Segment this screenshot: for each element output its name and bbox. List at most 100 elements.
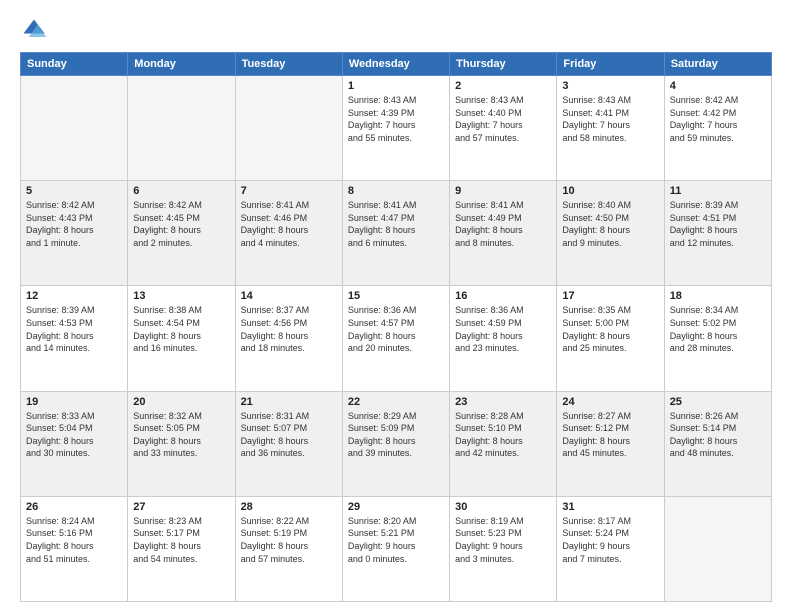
day-number: 15 — [348, 290, 444, 302]
day-cell: 6 Sunrise: 8:42 AM Sunset: 4:45 PM Daylig… — [128, 181, 235, 286]
day-cell: 3 Sunrise: 8:43 AM Sunset: 4:41 PM Daylig… — [557, 76, 664, 181]
day-info: Sunrise: 8:17 AM Sunset: 5:24 PM Dayligh… — [562, 515, 658, 565]
day-cell: 25 Sunrise: 8:26 AM Sunset: 5:14 PM Dayli… — [664, 391, 771, 496]
day-number: 6 — [133, 185, 229, 197]
day-header-friday: Friday — [557, 53, 664, 76]
day-info: Sunrise: 8:42 AM Sunset: 4:45 PM Dayligh… — [133, 199, 229, 249]
week-row-4: 19Sunrise: 8:33 AM Sunset: 5:04 PM Dayli… — [21, 391, 772, 496]
day-cell: 5 Sunrise: 8:42 AM Sunset: 4:43 PM Daylig… — [21, 181, 128, 286]
day-number: 28 — [241, 501, 337, 513]
day-number: 17 — [562, 290, 658, 302]
day-number: 29 — [348, 501, 444, 513]
day-info: Sunrise: 8:29 AM Sunset: 5:09 PM Dayligh… — [348, 410, 444, 460]
day-cell: 16 Sunrise: 8:36 AM Sunset: 4:59 PM Dayli… — [450, 286, 557, 391]
day-info: Sunrise: 8:40 AM Sunset: 4:50 PM Dayligh… — [562, 199, 658, 249]
day-cell — [21, 76, 128, 181]
day-info: Sunrise: 8:42 AM Sunset: 4:43 PM Dayligh… — [26, 199, 122, 249]
day-info: Sunrise: 8:27 AM Sunset: 5:12 PM Dayligh… — [562, 410, 658, 460]
day-cell: 8 Sunrise: 8:41 AM Sunset: 4:47 PM Daylig… — [342, 181, 449, 286]
day-number: 1 — [348, 80, 444, 92]
day-cell: 30 Sunrise: 8:19 AM Sunset: 5:23 PM Dayli… — [450, 496, 557, 601]
week-row-3: 12 Sunrise: 8:39 AM Sunset: 4:53 PM Dayli… — [21, 286, 772, 391]
week-row-2: 5 Sunrise: 8:42 AM Sunset: 4:43 PM Daylig… — [21, 181, 772, 286]
day-info: Sunrise: 8:20 AM Sunset: 5:21 PM Dayligh… — [348, 515, 444, 565]
day-cell: 26 Sunrise: 8:24 AM Sunset: 5:16 PM Dayli… — [21, 496, 128, 601]
day-cell: 4 Sunrise: 8:42 AM Sunset: 4:42 PM Daylig… — [664, 76, 771, 181]
day-info: Sunrise: 8:43 AM Sunset: 4:41 PM Dayligh… — [562, 94, 658, 144]
day-header-tuesday: Tuesday — [235, 53, 342, 76]
day-number: 31 — [562, 501, 658, 513]
day-cell: 13 Sunrise: 8:38 AM Sunset: 4:54 PM Dayli… — [128, 286, 235, 391]
day-cell: 29 Sunrise: 8:20 AM Sunset: 5:21 PM Dayli… — [342, 496, 449, 601]
day-cell: 22 Sunrise: 8:29 AM Sunset: 5:09 PM Dayli… — [342, 391, 449, 496]
day-info: Sunrise: 8:38 AM Sunset: 4:54 PM Dayligh… — [133, 304, 229, 354]
day-number: 30 — [455, 501, 551, 513]
day-header-wednesday: Wednesday — [342, 53, 449, 76]
day-cell: 11 Sunrise: 8:39 AM Sunset: 4:51 PM Dayli… — [664, 181, 771, 286]
day-number: 20 — [133, 396, 229, 408]
day-number: 21 — [241, 396, 337, 408]
day-header-monday: Monday — [128, 53, 235, 76]
day-info: Sunrise: 8:23 AM Sunset: 5:17 PM Dayligh… — [133, 515, 229, 565]
day-cell: 28 Sunrise: 8:22 AM Sunset: 5:19 PM Dayli… — [235, 496, 342, 601]
day-cell: 21 Sunrise: 8:31 AM Sunset: 5:07 PM Dayli… — [235, 391, 342, 496]
day-number: 12 — [26, 290, 122, 302]
day-info: Sunrise: 8:31 AM Sunset: 5:07 PM Dayligh… — [241, 410, 337, 460]
header — [20, 16, 772, 44]
day-number: 22 — [348, 396, 444, 408]
day-number: 16 — [455, 290, 551, 302]
day-number: 26 — [26, 501, 122, 513]
day-number: 2 — [455, 80, 551, 92]
day-number: 24 — [562, 396, 658, 408]
day-number: 14 — [241, 290, 337, 302]
day-number: 5 — [26, 185, 122, 197]
day-number: 19 — [26, 396, 122, 408]
page: SundayMondayTuesdayWednesdayThursdayFrid… — [0, 0, 792, 612]
day-cell: 20Sunrise: 8:32 AM Sunset: 5:05 PM Dayli… — [128, 391, 235, 496]
day-info: Sunrise: 8:39 AM Sunset: 4:51 PM Dayligh… — [670, 199, 766, 249]
day-number: 4 — [670, 80, 766, 92]
day-info: Sunrise: 8:34 AM Sunset: 5:02 PM Dayligh… — [670, 304, 766, 354]
day-cell: 2 Sunrise: 8:43 AM Sunset: 4:40 PM Daylig… — [450, 76, 557, 181]
day-number: 7 — [241, 185, 337, 197]
day-number: 18 — [670, 290, 766, 302]
day-header-sunday: Sunday — [21, 53, 128, 76]
day-info: Sunrise: 8:41 AM Sunset: 4:47 PM Dayligh… — [348, 199, 444, 249]
logo-icon — [20, 16, 48, 44]
day-number: 9 — [455, 185, 551, 197]
day-number: 8 — [348, 185, 444, 197]
day-cell: 27Sunrise: 8:23 AM Sunset: 5:17 PM Dayli… — [128, 496, 235, 601]
day-cell: 19Sunrise: 8:33 AM Sunset: 5:04 PM Dayli… — [21, 391, 128, 496]
day-cell: 18 Sunrise: 8:34 AM Sunset: 5:02 PM Dayli… — [664, 286, 771, 391]
day-cell: 31 Sunrise: 8:17 AM Sunset: 5:24 PM Dayli… — [557, 496, 664, 601]
day-number: 23 — [455, 396, 551, 408]
day-info: Sunrise: 8:36 AM Sunset: 4:57 PM Dayligh… — [348, 304, 444, 354]
day-cell: 1 Sunrise: 8:43 AM Sunset: 4:39 PM Daylig… — [342, 76, 449, 181]
day-info: Sunrise: 8:35 AM Sunset: 5:00 PM Dayligh… — [562, 304, 658, 354]
day-cell: 10Sunrise: 8:40 AM Sunset: 4:50 PM Dayli… — [557, 181, 664, 286]
day-info: Sunrise: 8:39 AM Sunset: 4:53 PM Dayligh… — [26, 304, 122, 354]
day-cell: 9Sunrise: 8:41 AM Sunset: 4:49 PM Daylig… — [450, 181, 557, 286]
day-cell: 12 Sunrise: 8:39 AM Sunset: 4:53 PM Dayli… — [21, 286, 128, 391]
day-info: Sunrise: 8:43 AM Sunset: 4:40 PM Dayligh… — [455, 94, 551, 144]
calendar-header-row: SundayMondayTuesdayWednesdayThursdayFrid… — [21, 53, 772, 76]
day-info: Sunrise: 8:36 AM Sunset: 4:59 PM Dayligh… — [455, 304, 551, 354]
day-cell: 15 Sunrise: 8:36 AM Sunset: 4:57 PM Dayli… — [342, 286, 449, 391]
day-info: Sunrise: 8:43 AM Sunset: 4:39 PM Dayligh… — [348, 94, 444, 144]
calendar-table: SundayMondayTuesdayWednesdayThursdayFrid… — [20, 52, 772, 602]
day-number: 25 — [670, 396, 766, 408]
day-number: 3 — [562, 80, 658, 92]
day-info: Sunrise: 8:26 AM Sunset: 5:14 PM Dayligh… — [670, 410, 766, 460]
day-header-thursday: Thursday — [450, 53, 557, 76]
day-number: 11 — [670, 185, 766, 197]
day-number: 13 — [133, 290, 229, 302]
day-info: Sunrise: 8:22 AM Sunset: 5:19 PM Dayligh… — [241, 515, 337, 565]
day-info: Sunrise: 8:19 AM Sunset: 5:23 PM Dayligh… — [455, 515, 551, 565]
day-cell: 23Sunrise: 8:28 AM Sunset: 5:10 PM Dayli… — [450, 391, 557, 496]
day-cell: 14Sunrise: 8:37 AM Sunset: 4:56 PM Dayli… — [235, 286, 342, 391]
day-info: Sunrise: 8:24 AM Sunset: 5:16 PM Dayligh… — [26, 515, 122, 565]
day-cell — [128, 76, 235, 181]
day-info: Sunrise: 8:42 AM Sunset: 4:42 PM Dayligh… — [670, 94, 766, 144]
week-row-5: 26 Sunrise: 8:24 AM Sunset: 5:16 PM Dayli… — [21, 496, 772, 601]
week-row-1: 1 Sunrise: 8:43 AM Sunset: 4:39 PM Daylig… — [21, 76, 772, 181]
